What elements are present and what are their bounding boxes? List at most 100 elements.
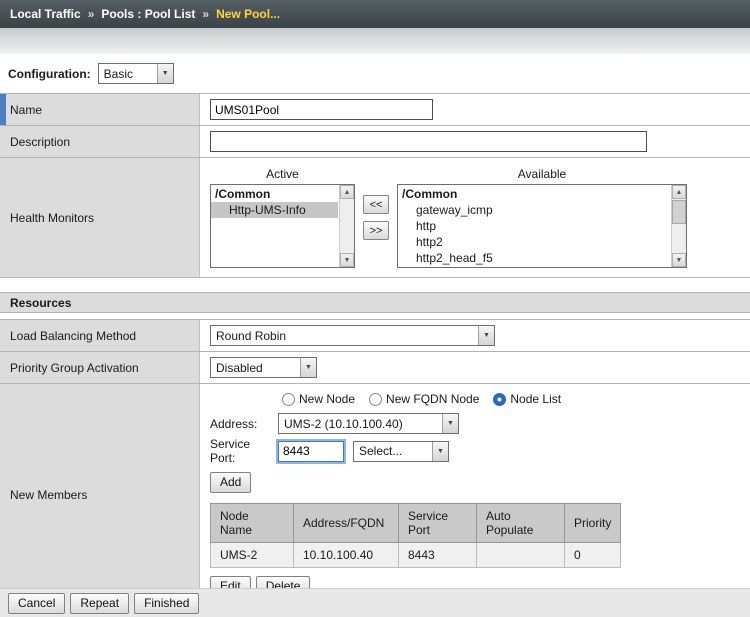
address-label: Address: (210, 417, 278, 431)
general-properties-table: Name Description Health Monitors Active … (0, 93, 750, 278)
add-button[interactable]: Add (210, 472, 251, 493)
cancel-button[interactable]: Cancel (8, 593, 65, 614)
name-input[interactable] (210, 99, 433, 120)
health-monitors-label: Health Monitors (10, 211, 94, 225)
description-input[interactable] (210, 131, 647, 152)
col-address-fqdn: Address/FQDN (294, 504, 399, 543)
address-select-value: UMS-2 (10.10.100.40) (284, 417, 442, 431)
form-row-health-monitors: Health Monitors Active /Common Http-UMS-… (0, 158, 750, 278)
resources-title: Resources (10, 296, 71, 310)
breadcrumb: Local Traffic » Pools : Pool List » New … (0, 0, 750, 28)
list-item[interactable]: /Common (398, 186, 670, 202)
available-monitors-listbox[interactable]: /Common gateway_icmp http http2 http2_he… (397, 184, 687, 268)
col-node-name: Node Name (211, 504, 294, 543)
finished-button[interactable]: Finished (134, 593, 199, 614)
members-table-header-row: Node Name Address/FQDN Service Port Auto… (211, 504, 621, 543)
chevron-down-icon: ▼ (300, 358, 316, 377)
configuration-row: Configuration: Basic ▼ (0, 54, 750, 93)
load-balancing-label: Load Balancing Method (10, 329, 136, 343)
priority-group-select-value: Disabled (216, 361, 300, 375)
form-row-description: Description (0, 126, 750, 158)
cell-service-port: 8443 (399, 543, 477, 568)
service-port-select[interactable]: Select... ▼ (353, 441, 449, 462)
cell-node-name: UMS-2 (211, 543, 294, 568)
priority-group-row-label: Priority Group Activation (0, 352, 200, 383)
load-balancing-select-value: Round Robin (216, 329, 478, 343)
name-row-label: Name (0, 94, 200, 125)
radio-node-list[interactable]: Node List (493, 392, 561, 406)
cell-priority: 0 (565, 543, 621, 568)
chevron-down-icon: ▼ (478, 326, 494, 345)
move-to-available-button[interactable]: >> (363, 221, 389, 240)
move-to-active-button[interactable]: << (363, 195, 389, 214)
col-priority: Priority (565, 504, 621, 543)
radio-unselected-icon (369, 393, 382, 406)
service-port-select-value: Select... (359, 444, 432, 458)
breadcrumb-separator-icon: » (202, 7, 209, 21)
service-port-field-line: Service Port: Select... ▼ (210, 437, 740, 465)
repeat-button[interactable]: Repeat (70, 593, 129, 614)
address-field-line: Address: UMS-2 (10.10.100.40) ▼ (210, 413, 740, 434)
breadcrumb-separator-icon: » (88, 7, 95, 21)
radio-selected-icon (493, 393, 506, 406)
address-select[interactable]: UMS-2 (10.10.100.40) ▼ (278, 413, 459, 434)
breadcrumb-local-traffic[interactable]: Local Traffic (10, 7, 81, 21)
radio-label: Node List (510, 392, 561, 406)
active-monitors-listbox[interactable]: /Common Http-UMS-Info ▲ ▼ (210, 184, 355, 268)
node-type-radio-group: New Node New FQDN Node Node List (282, 392, 740, 406)
form-row-new-members: New Members New Node New FQDN Node Node … (0, 384, 750, 607)
configuration-select-value: Basic (104, 67, 157, 81)
resources-table: Load Balancing Method Round Robin ▼ Prio… (0, 319, 750, 607)
configuration-label: Configuration: (8, 67, 91, 81)
radio-new-node[interactable]: New Node (282, 392, 355, 406)
list-item[interactable]: http (398, 218, 670, 234)
list-item[interactable]: http2 (398, 234, 670, 250)
scrollbar[interactable]: ▲ ▼ (671, 185, 686, 267)
chevron-down-icon: ▼ (442, 414, 458, 433)
chevron-down-icon: ▼ (432, 442, 448, 461)
list-item[interactable]: /Common (211, 186, 338, 202)
list-item[interactable]: gateway_icmp (398, 202, 670, 218)
service-port-input[interactable] (278, 441, 344, 462)
cell-auto-populate (477, 543, 565, 568)
resources-section-header: Resources (0, 292, 750, 313)
description-label: Description (10, 135, 70, 149)
col-service-port: Service Port (399, 504, 477, 543)
service-port-label: Service Port: (210, 437, 278, 465)
scroll-up-icon[interactable]: ▲ (672, 185, 686, 199)
radio-label: New Node (299, 392, 355, 406)
load-balancing-row-label: Load Balancing Method (0, 320, 200, 351)
scroll-down-icon[interactable]: ▼ (340, 253, 354, 267)
health-monitors-row-label: Health Monitors (0, 158, 200, 277)
col-auto-populate: Auto Populate (477, 504, 565, 543)
new-members-label: New Members (10, 488, 87, 502)
radio-label: New FQDN Node (386, 392, 479, 406)
breadcrumb-pool-list[interactable]: Pools : Pool List (101, 7, 195, 21)
priority-group-select[interactable]: Disabled ▼ (210, 357, 317, 378)
priority-group-label: Priority Group Activation (10, 361, 139, 375)
active-list-title: Active (210, 165, 355, 184)
radio-new-fqdn-node[interactable]: New FQDN Node (369, 392, 479, 406)
available-list-title: Available (397, 165, 687, 184)
scroll-up-icon[interactable]: ▲ (340, 185, 354, 199)
scroll-down-icon[interactable]: ▼ (672, 253, 686, 267)
scrollbar[interactable]: ▲ ▼ (339, 185, 354, 267)
form-row-load-balancing: Load Balancing Method Round Robin ▼ (0, 320, 750, 352)
form-row-priority-group: Priority Group Activation Disabled ▼ (0, 352, 750, 384)
description-row-label: Description (0, 126, 200, 157)
cell-address-fqdn: 10.10.100.40 (294, 543, 399, 568)
table-row[interactable]: UMS-2 10.10.100.40 8443 0 (211, 543, 621, 568)
radio-unselected-icon (282, 393, 295, 406)
list-item[interactable]: http2_head_f5 (398, 250, 670, 266)
footer-bar: Cancel Repeat Finished (0, 588, 750, 617)
load-balancing-select[interactable]: Round Robin ▼ (210, 325, 495, 346)
new-members-row-label: New Members (0, 384, 200, 606)
toolbar-strip (0, 28, 750, 54)
name-label: Name (10, 103, 42, 117)
list-item-selected[interactable]: Http-UMS-Info (211, 202, 338, 218)
breadcrumb-current-page: New Pool... (216, 7, 280, 21)
scrollbar-thumb[interactable] (672, 200, 686, 224)
chevron-down-icon: ▼ (157, 64, 173, 83)
form-row-name: Name (0, 94, 750, 126)
configuration-select[interactable]: Basic ▼ (98, 63, 174, 84)
